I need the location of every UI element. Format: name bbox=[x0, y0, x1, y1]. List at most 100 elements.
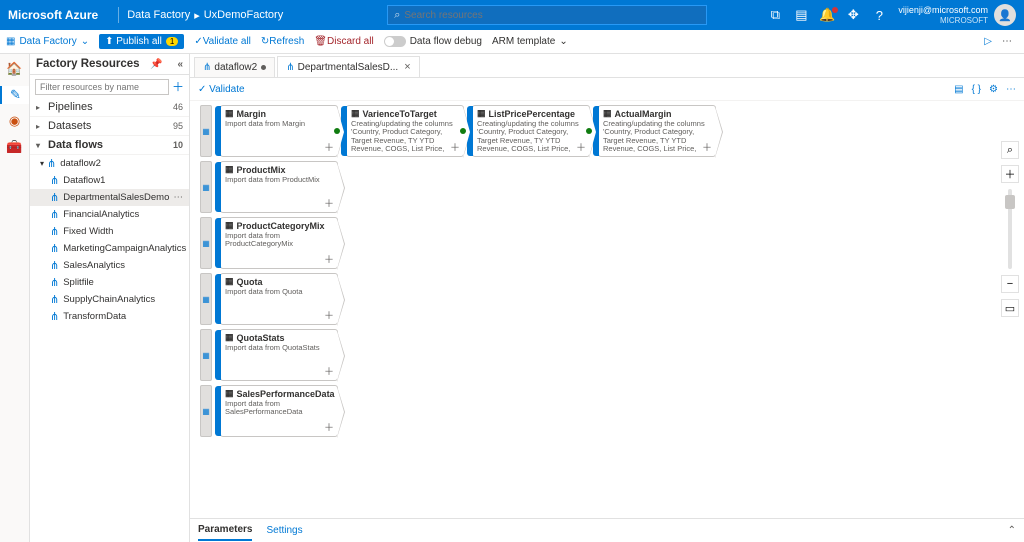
node-productcategorymix[interactable]: ▦ProductCategoryMix Import data from Pro… bbox=[220, 217, 338, 269]
node-preview-margin[interactable]: ▦ bbox=[200, 105, 212, 157]
chevron-right-icon: ▸ bbox=[36, 103, 44, 112]
node-preview-productcategorymix[interactable]: ▦ bbox=[200, 217, 212, 269]
node-quota[interactable]: ▦Quota Import data from Quota ＋ bbox=[220, 273, 338, 325]
zoom-slider[interactable] bbox=[1008, 189, 1012, 269]
pin-icon[interactable]: 📌 bbox=[150, 59, 162, 70]
flow-canvas[interactable]: ▦ ▦Margin Import data from Margin ＋ ▦Var… bbox=[190, 100, 1024, 542]
node-actualmargin[interactable]: ▦ActualMargin Creating/updating the colu… bbox=[598, 105, 716, 157]
chevron-down-icon: ▾ bbox=[36, 141, 44, 150]
zoom-search-icon[interactable]: ⌕ bbox=[1001, 141, 1019, 159]
add-step-button[interactable]: ＋ bbox=[450, 139, 460, 154]
tab-dataflow2[interactable]: ⋔ dataflow2 bbox=[194, 57, 275, 77]
tree-item-marketing[interactable]: ⋔MarketingCampaignAnalytics bbox=[30, 240, 189, 257]
node-margin[interactable]: ▦Margin Import data from Margin ＋ bbox=[220, 105, 338, 157]
chevron-down-icon: ⌄ bbox=[81, 36, 89, 47]
run-icon[interactable]: ▷ bbox=[984, 36, 992, 47]
search-box[interactable]: ⌕ bbox=[387, 5, 707, 25]
dirty-indicator bbox=[261, 65, 266, 70]
node-preview-productmix[interactable]: ▦ bbox=[200, 161, 212, 213]
canvas-area: ⋔ dataflow2 ⋔ DepartmentalSalesD... × ✓ … bbox=[190, 54, 1024, 542]
zoom-in-button[interactable]: ＋ bbox=[1001, 165, 1019, 183]
factory-dropdown[interactable]: ▦ Data Factory ⌄ bbox=[6, 36, 89, 47]
tree-item-departmentalsalesdemo[interactable]: ⋔DepartmentalSalesDemo⋯ bbox=[30, 189, 189, 206]
factory-resources-panel: Factory Resources 📌 « ＋ ▸ Pipelines 46 ▸… bbox=[30, 54, 190, 542]
add-step-button[interactable]: ＋ bbox=[324, 419, 334, 434]
node-variencetotarget[interactable]: ▦VarienceToTarget Creating/updating the … bbox=[346, 105, 464, 157]
grid-view-icon[interactable]: ▤ bbox=[954, 84, 963, 95]
node-quotastats[interactable]: ▦QuotaStats Import data from QuotaStats … bbox=[220, 329, 338, 381]
main-toolbar: ▦ Data Factory ⌄ ⬆ Publish all 1 ✓ Valid… bbox=[0, 30, 1024, 54]
settings-icon[interactable]: ✥ bbox=[840, 7, 866, 23]
zoom-controls: ⌕ ＋ − ▭ bbox=[1000, 141, 1020, 317]
cloud-shell-icon[interactable]: ⧉ bbox=[762, 7, 788, 23]
filter-input[interactable] bbox=[35, 79, 169, 95]
home-icon[interactable]: 🏠 bbox=[6, 60, 24, 78]
node-salesperformancedata[interactable]: ▦SalesPerformanceData Import data from S… bbox=[220, 385, 338, 437]
validate-all-button[interactable]: ✓ Validate all bbox=[194, 36, 251, 47]
settings-icon[interactable]: ⚙ bbox=[989, 84, 998, 95]
tree-item-splitfile[interactable]: ⋔Splitfile bbox=[30, 274, 189, 291]
more-icon[interactable]: ⋯ bbox=[1006, 84, 1016, 95]
validate-button[interactable]: ✓ Validate bbox=[198, 84, 245, 95]
node-preview-quotastats[interactable]: ▦ bbox=[200, 329, 212, 381]
node-listpricepercentage[interactable]: ▦ListPricePercentage Creating/updating t… bbox=[472, 105, 590, 157]
toggle-switch[interactable] bbox=[384, 36, 406, 47]
breadcrumb-1[interactable]: Data Factory bbox=[127, 9, 190, 21]
connector-dot bbox=[334, 128, 340, 134]
discard-all-button[interactable]: 🗑 Discard all bbox=[314, 36, 373, 47]
refresh-button[interactable]: ↻ Refresh bbox=[261, 36, 304, 47]
publish-count-badge: 1 bbox=[166, 37, 178, 46]
code-view-icon[interactable]: { } bbox=[972, 84, 981, 95]
help-icon[interactable]: ? bbox=[866, 8, 892, 23]
add-step-button[interactable]: ＋ bbox=[324, 195, 334, 210]
group-datasets[interactable]: ▸ Datasets 95 bbox=[30, 117, 189, 136]
add-step-button[interactable]: ＋ bbox=[576, 139, 586, 154]
user-info[interactable]: vijienji@microsoft.com MICROSOFT bbox=[898, 5, 988, 25]
close-icon[interactable]: × bbox=[404, 61, 410, 73]
collapse-icon[interactable]: « bbox=[177, 59, 183, 70]
more-icon[interactable]: ⋯ bbox=[174, 192, 184, 203]
zoom-out-button[interactable]: − bbox=[1001, 275, 1019, 293]
chevron-right-icon: ▸ bbox=[36, 122, 44, 131]
node-preview-quota[interactable]: ▦ bbox=[200, 273, 212, 325]
add-step-button[interactable]: ＋ bbox=[324, 139, 334, 154]
tree-item-dataflow1[interactable]: ⋔Dataflow1 bbox=[30, 172, 189, 189]
add-step-button[interactable]: ＋ bbox=[324, 363, 334, 378]
more-icon[interactable]: ⋯ bbox=[1002, 36, 1012, 47]
tree-item-transformdata[interactable]: ⋔TransformData bbox=[30, 308, 189, 325]
connector-dot bbox=[586, 128, 592, 134]
expand-panel-icon[interactable]: ⌃ bbox=[1008, 525, 1016, 536]
arm-template-dropdown[interactable]: ARM template ⌄ bbox=[492, 36, 568, 47]
tab-parameters[interactable]: Parameters bbox=[198, 520, 252, 541]
dataflow-debug-toggle[interactable]: Data flow debug bbox=[384, 36, 482, 47]
tree-item-salesanalytics[interactable]: ⋔SalesAnalytics bbox=[30, 257, 189, 274]
group-pipelines[interactable]: ▸ Pipelines 46 bbox=[30, 98, 189, 117]
tab-departmentalsalesdemo[interactable]: ⋔ DepartmentalSalesD... × bbox=[277, 56, 419, 77]
search-input[interactable] bbox=[400, 10, 700, 21]
add-step-button[interactable]: ＋ bbox=[324, 251, 334, 266]
avatar[interactable]: 👤 bbox=[994, 4, 1016, 26]
group-dataflows[interactable]: ▾ Data flows 10 bbox=[30, 136, 189, 155]
add-step-button[interactable]: ＋ bbox=[702, 139, 712, 154]
add-resource-button[interactable]: ＋ bbox=[172, 78, 184, 95]
breadcrumb-2[interactable]: UxDemoFactory bbox=[204, 9, 283, 21]
tab-settings[interactable]: Settings bbox=[266, 521, 302, 540]
tree-item-dataflow2[interactable]: ▾⋔dataflow2 bbox=[30, 155, 189, 172]
tree-item-financialanalytics[interactable]: ⋔FinancialAnalytics bbox=[30, 206, 189, 223]
brand-label[interactable]: Microsoft Azure bbox=[8, 8, 98, 22]
add-step-button[interactable]: ＋ bbox=[324, 307, 334, 322]
author-icon[interactable]: ✎ bbox=[0, 86, 29, 104]
publish-all-button[interactable]: ⬆ Publish all 1 bbox=[99, 34, 184, 49]
notifications-icon[interactable]: 🔔 bbox=[814, 7, 840, 23]
directory-icon[interactable]: ▤ bbox=[788, 7, 814, 23]
chevron-right-icon: ▸ bbox=[194, 9, 200, 22]
tree-item-fixedwidth[interactable]: ⋔Fixed Width bbox=[30, 223, 189, 240]
node-preview-salesperformance[interactable]: ▦ bbox=[200, 385, 212, 437]
monitor-icon[interactable]: ◉ bbox=[6, 112, 24, 130]
manage-icon[interactable]: 🧰 bbox=[6, 138, 24, 156]
validate-bar: ✓ Validate ▤ { } ⚙ ⋯ bbox=[190, 78, 1024, 100]
tree-item-supplychain[interactable]: ⋔SupplyChainAnalytics bbox=[30, 291, 189, 308]
fit-view-button[interactable]: ▭ bbox=[1001, 299, 1019, 317]
left-rail: 🏠 ✎ ◉ 🧰 bbox=[0, 54, 30, 542]
node-productmix[interactable]: ▦ProductMix Import data from ProductMix … bbox=[220, 161, 338, 213]
